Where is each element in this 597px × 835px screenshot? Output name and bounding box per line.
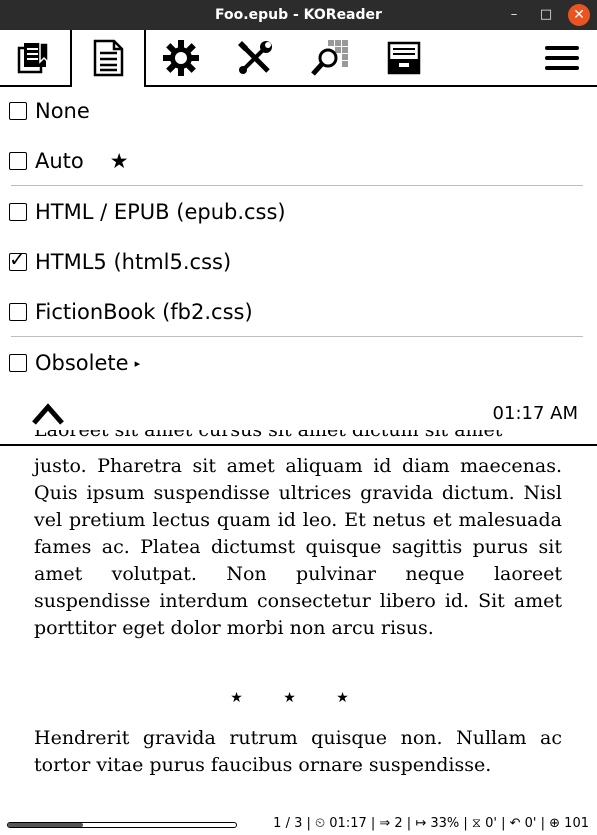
tab-main-menu[interactable] (541, 30, 583, 86)
tab-search[interactable] (309, 30, 351, 86)
gear-icon (163, 40, 199, 76)
menu-clock: 01:17 AM (492, 403, 578, 424)
menu-item-label: Obsolete (35, 351, 129, 375)
status-text: 1 / 3 | ⏲ 01:17 | ⇒ 2 | ↦ 33% | ⧖ 0' | ↶… (273, 816, 589, 831)
menu-footer: 01:17 AM (0, 393, 597, 435)
tab-filemanager[interactable] (383, 30, 425, 86)
menu-separator (11, 336, 583, 337)
chevron-up-icon[interactable] (32, 399, 64, 431)
document-icon (93, 39, 124, 77)
tab-underline-left (0, 85, 72, 87)
checkbox[interactable] (9, 354, 27, 372)
menu-item-html5-css[interactable]: ✓ HTML5 (html5.css) (9, 247, 231, 277)
menu-item-label: FictionBook (fb2.css) (35, 300, 253, 324)
book-paragraph: justo. Pharetra sit amet aliquam id diam… (34, 455, 562, 639)
star-icon: ★ (109, 149, 129, 173)
minimize-button[interactable]: – (503, 4, 525, 26)
checkbox[interactable] (9, 303, 27, 321)
checkbox-checked[interactable]: ✓ (9, 249, 27, 271)
menu-bottom-border (0, 444, 597, 446)
status-bar: 1 / 3 | ⏲ 01:17 | ⇒ 2 | ↦ 33% | ⧖ 0' | ↶… (0, 814, 597, 835)
book-text-partial-line: Laoreet sit amet cursus sit amet dictum … (34, 430, 503, 441)
menu-separator (11, 185, 583, 186)
menu-item-label: HTML / EPUB (epub.css) (35, 200, 286, 224)
maximize-button[interactable]: □ (535, 4, 557, 26)
menu-item-obsolete[interactable]: Obsolete ▸ (9, 348, 140, 378)
tab-document[interactable] (70, 30, 146, 86)
tab-bookmarks[interactable] (14, 30, 54, 86)
menu-item-label: Auto (35, 149, 84, 173)
progress-bar-fill (8, 823, 84, 827)
window-titlebar: Foo.epub - KOReader – □ ✕ (0, 0, 597, 30)
checkbox[interactable] (9, 203, 27, 221)
search-icon (311, 40, 348, 76)
menu-item-label: None (35, 99, 90, 123)
tab-underline-right (144, 85, 597, 87)
hamburger-menu-icon (545, 46, 579, 70)
file-cabinet-icon (387, 41, 421, 75)
bookmark-list-icon (17, 42, 49, 74)
tab-settings[interactable] (160, 30, 202, 86)
progress-bar (7, 822, 237, 828)
menu-item-epub-css[interactable]: HTML / EPUB (epub.css) (9, 197, 286, 227)
menu-item-auto[interactable]: Auto ★ (9, 146, 129, 176)
book-paragraph: Hendrerit gravida rutrum quisque non. Nu… (34, 727, 562, 776)
menu-item-none[interactable]: None (9, 96, 90, 126)
menu-item-fb2-css[interactable]: FictionBook (fb2.css) (9, 297, 253, 327)
submenu-arrow-icon: ▸ (134, 356, 141, 370)
section-separator: ★ ★ ★ (230, 690, 367, 706)
tools-icon (238, 41, 272, 74)
checkbox[interactable] (9, 152, 27, 170)
menu-item-label: HTML5 (html5.css) (35, 250, 232, 274)
menu-tab-bar (0, 30, 597, 86)
checkmark-icon: ✓ (9, 247, 26, 271)
close-button[interactable]: ✕ (568, 4, 590, 26)
tab-tools[interactable] (234, 30, 276, 86)
checkbox[interactable] (9, 102, 27, 120)
